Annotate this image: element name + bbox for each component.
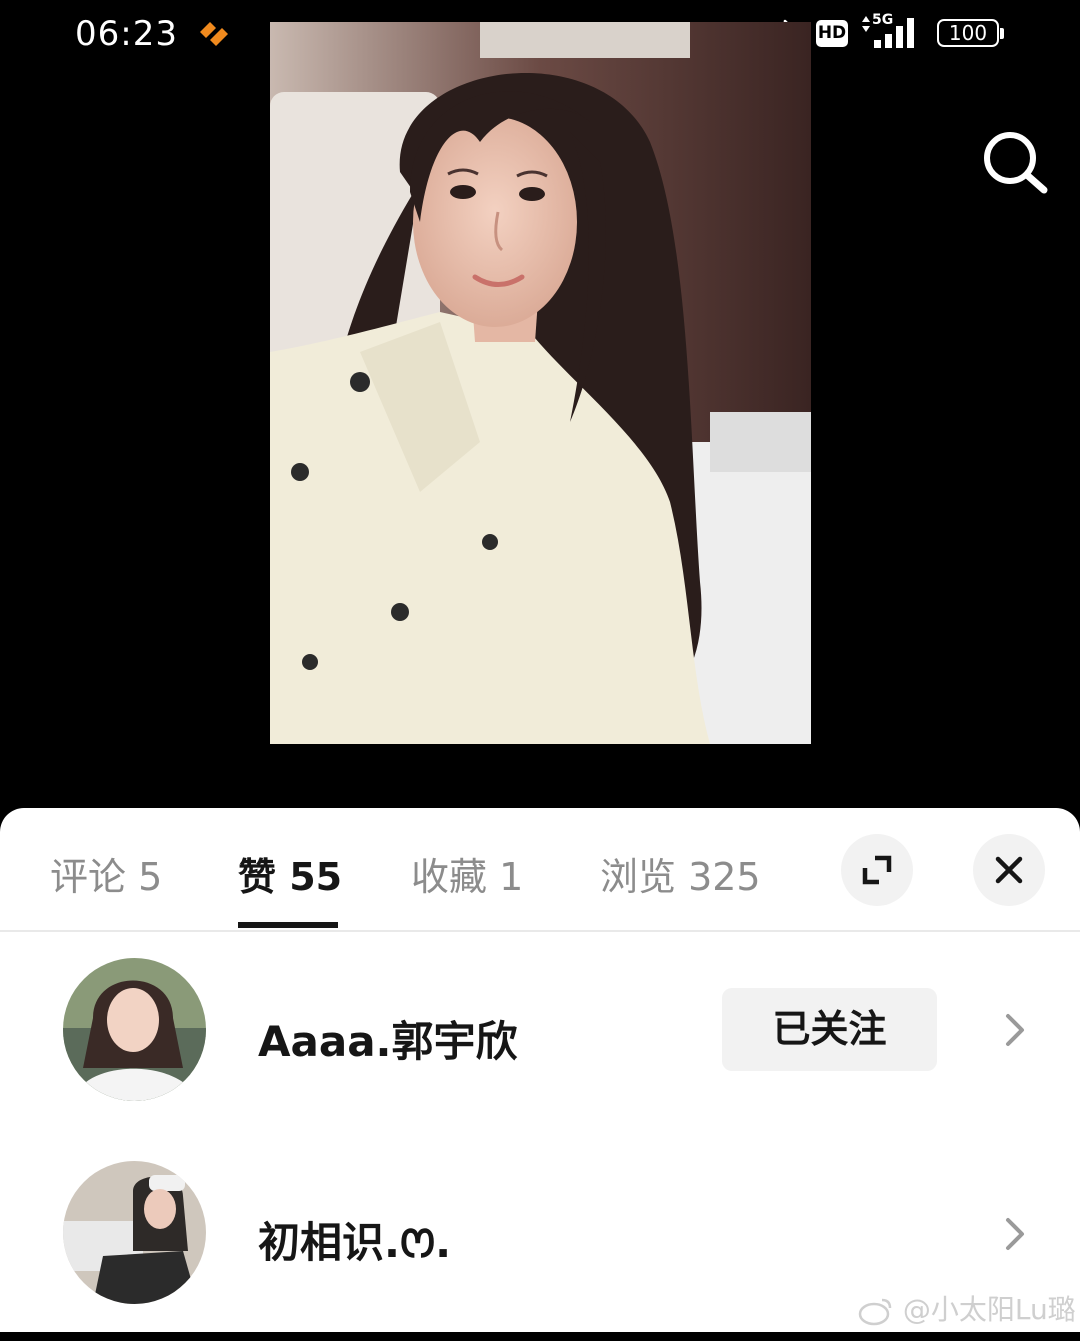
hd-badge: HD: [816, 20, 848, 47]
tab-likes[interactable]: 赞 55: [238, 846, 342, 901]
weibo-icon: [858, 1298, 892, 1326]
battery-level: 100: [948, 21, 988, 45]
following-button[interactable]: 已关注: [722, 988, 937, 1071]
tab-views[interactable]: 浏览 325: [600, 846, 761, 901]
app-badge-icon: [200, 22, 228, 46]
search-icon[interactable]: [980, 128, 1050, 198]
close-button[interactable]: [973, 834, 1045, 906]
expand-button[interactable]: [841, 834, 913, 906]
tab-bar: 评论 5 赞 55 收藏 1 浏览 325: [0, 808, 1080, 932]
status-time: 06:23: [75, 14, 178, 54]
avatar[interactable]: [63, 958, 206, 1101]
chevron-right-icon[interactable]: [1000, 1214, 1030, 1254]
expand-icon: [862, 855, 892, 885]
user-name[interactable]: 初相识.ꯁ.: [258, 1209, 451, 1271]
network-type: 5G: [872, 12, 894, 28]
active-tab-indicator: [238, 922, 338, 928]
battery-tip: [1000, 28, 1004, 39]
user-name[interactable]: Aaaa.郭宇欣: [258, 1008, 518, 1069]
avatar[interactable]: [63, 1161, 206, 1304]
battery-icon: 100: [937, 19, 999, 47]
likes-sheet: 评论 5 赞 55 收藏 1 浏览 325 Aaaa.郭宇欣 已关注 初相识.ꯁ…: [0, 808, 1080, 1332]
tab-comments[interactable]: 评论 5: [50, 846, 162, 901]
close-icon: [995, 856, 1023, 884]
watermark-text: @小太阳Lu璐: [902, 1293, 1076, 1326]
tab-favorites[interactable]: 收藏 1: [411, 846, 523, 901]
watermark: @小太阳Lu璐: [858, 1288, 1076, 1326]
photo[interactable]: [270, 22, 811, 744]
photo-illustration: [270, 22, 811, 744]
chevron-right-icon[interactable]: [1000, 1010, 1030, 1050]
